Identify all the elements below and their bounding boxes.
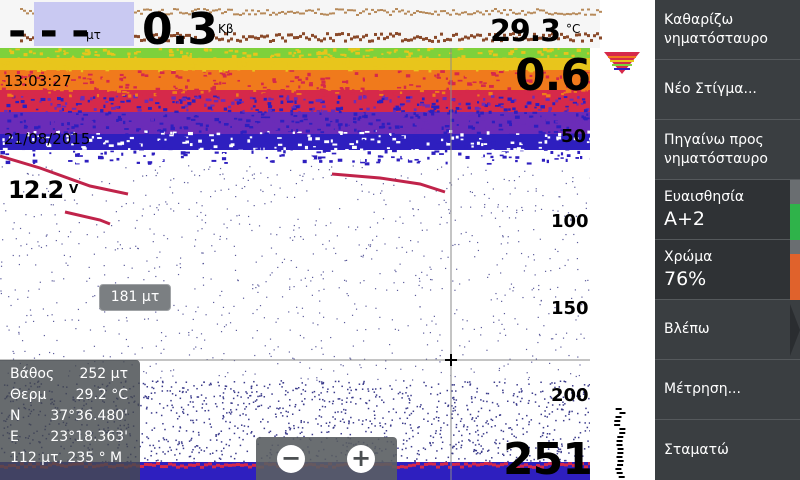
depth-scale-100: 100 xyxy=(551,211,589,232)
info-value: 23°18.363' xyxy=(50,429,128,445)
cursor-info-panel: Βάθος 252 μτ Θερμ 29.2 °C N 37°36.480' E… xyxy=(0,360,140,480)
colour-slider-fill xyxy=(790,254,800,300)
sog-value: 0.3 xyxy=(142,4,218,55)
sensitivity-slider-fill xyxy=(790,204,800,240)
fish-depth-unit: V xyxy=(69,182,79,196)
menu-item-label-2: νηματόσταυρο xyxy=(664,30,768,47)
info-value: 37°36.480' xyxy=(50,408,128,424)
info-row-lat: N 37°36.480' xyxy=(10,408,140,429)
speed-unit: μτ xyxy=(86,28,101,42)
info-row-temp: Θερμ 29.2 °C xyxy=(10,387,140,408)
speed-value: - - - xyxy=(8,6,89,57)
menu-view[interactable]: Βλέπω xyxy=(655,300,800,360)
fish-depth-value: 12.2 xyxy=(8,176,64,204)
date-label: 21/08/2015 xyxy=(4,130,91,148)
menu-item-label: Νέο Στίγμα... xyxy=(664,81,757,97)
menu-item-label: Πηγαίνω προς xyxy=(664,131,764,148)
sonar-view[interactable]: - - - μτ 0.3 Κβ 29.3 °C 0.6 13:03:27 21/… xyxy=(0,0,655,480)
water-temp-value: 29.3 xyxy=(490,14,561,49)
info-value: 112 μτ, 235 ° M xyxy=(10,450,123,466)
menu-clear-cursor[interactable]: Καθαρίζω νηματόσταυρο xyxy=(655,0,800,60)
info-key: E xyxy=(10,429,19,445)
menu-item-label: Καθαρίζω xyxy=(664,11,734,28)
menu-item-label: Σταματώ xyxy=(664,441,729,458)
info-key: Βάθος xyxy=(10,366,55,382)
info-key: Θερμ xyxy=(10,387,47,403)
menu-item-label-2: νηματόσταυρο xyxy=(664,150,768,167)
cursor-crosshair-icon xyxy=(445,354,457,366)
zoom-out-button[interactable]: − xyxy=(277,445,305,473)
menu-item-value: 76% xyxy=(664,268,707,290)
menu-item-label: Βλέπω xyxy=(664,321,710,337)
info-row-bearing: 112 μτ, 235 ° M xyxy=(10,450,140,471)
zoom-controls: − + xyxy=(256,437,397,480)
colour-slider-track[interactable] xyxy=(790,240,800,300)
context-menu: Καθαρίζω νηματόσταυρο Νέο Στίγμα... Πηγα… xyxy=(655,0,800,480)
menu-stop[interactable]: Σταματώ xyxy=(655,420,800,480)
menu-goto-cursor[interactable]: Πηγαίνω προς νηματόσταυρο xyxy=(655,120,800,180)
cursor-range-label: 181 μτ xyxy=(99,284,171,311)
sonar-right-margin xyxy=(590,48,655,480)
menu-measure[interactable]: Μέτρηση... xyxy=(655,360,800,420)
clock-time: 13:03:27 xyxy=(4,72,72,90)
depth-bottom-value: 251 xyxy=(503,434,593,480)
info-value: 29.2 °C xyxy=(75,387,128,403)
menu-sensitivity[interactable]: Ευαισθησία A+2 xyxy=(655,180,800,240)
depth-scale-150: 150 xyxy=(551,298,589,319)
info-row-depth: Βάθος 252 μτ xyxy=(10,366,140,387)
menu-item-label: Μέτρηση... xyxy=(664,381,741,397)
menu-colour[interactable]: Χρώμα 76% xyxy=(655,240,800,300)
sensitivity-slider-track[interactable] xyxy=(790,180,800,240)
menu-item-value: A+2 xyxy=(664,208,706,230)
fish-arch xyxy=(331,172,446,194)
info-value: 252 μτ xyxy=(79,366,128,382)
submenu-arrow-icon xyxy=(790,304,800,356)
depth-scale-200: 200 xyxy=(551,385,589,406)
depth-scale-50: 50 xyxy=(561,126,587,147)
info-row-lon: E 23°18.363' xyxy=(10,429,140,450)
depth-top-value: 0.6 xyxy=(515,50,591,101)
zoom-in-button[interactable]: + xyxy=(347,445,375,473)
fish-arch xyxy=(64,210,111,226)
menu-new-waypoint[interactable]: Νέο Στίγμα... xyxy=(655,60,800,120)
menu-item-label: Ευαισθησία xyxy=(664,189,745,205)
menu-item-label: Χρώμα xyxy=(664,249,713,265)
sog-unit: Κβ xyxy=(218,22,234,36)
info-key: N xyxy=(10,408,21,424)
water-temp-unit: °C xyxy=(566,22,581,36)
